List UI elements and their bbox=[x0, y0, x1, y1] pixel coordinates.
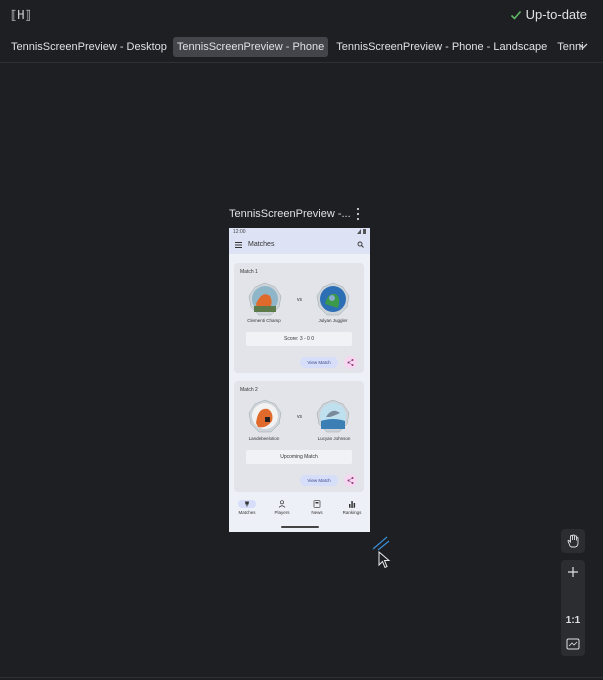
view-match-button[interactable]: View Match bbox=[300, 475, 338, 486]
player-avatar bbox=[316, 399, 350, 433]
more-vert-icon[interactable] bbox=[354, 207, 362, 221]
player2-name: Julyan Juggler bbox=[318, 318, 348, 323]
search-icon[interactable] bbox=[357, 241, 364, 248]
zoom-actual-size-button[interactable]: 1:1 bbox=[561, 610, 585, 630]
status-bar: 12:00 bbox=[229, 228, 370, 236]
nav-label: Players bbox=[274, 510, 290, 515]
bar-chart-icon bbox=[349, 501, 356, 508]
home-indicator bbox=[281, 526, 319, 528]
nav-label: Matches bbox=[238, 510, 256, 515]
share-icon[interactable] bbox=[344, 356, 357, 369]
nav-item-players[interactable]: Players bbox=[267, 500, 297, 515]
zoom-ratio-label: 1:1 bbox=[565, 614, 581, 626]
trophy-icon bbox=[238, 500, 256, 508]
player2-name: Lucyan Johnson bbox=[317, 436, 351, 441]
status-time: 12:00 bbox=[233, 229, 246, 235]
person-icon bbox=[278, 500, 286, 508]
zoom-in-button[interactable] bbox=[561, 562, 585, 582]
nav-item-matches[interactable]: Matches bbox=[232, 500, 262, 515]
preview-title: TennisScreenPreview -... bbox=[229, 208, 351, 220]
app-icon[interactable]: ⟦H⟧ bbox=[10, 8, 32, 22]
nav-item-news[interactable]: News bbox=[302, 500, 332, 515]
resize-handle[interactable] bbox=[371, 535, 391, 551]
plus-icon bbox=[568, 567, 578, 577]
match-card[interactable]: Match 2 Landebeelotion vs Lucyan Johnson… bbox=[234, 381, 364, 492]
player-avatar bbox=[248, 282, 282, 316]
menu-icon[interactable] bbox=[235, 242, 242, 248]
signal-battery-icon bbox=[357, 229, 366, 234]
view-match-button[interactable]: View Match bbox=[300, 357, 338, 368]
hand-icon bbox=[567, 534, 579, 548]
chevron-down-icon[interactable] bbox=[577, 40, 589, 52]
match-result: Score: 3 - 0 0 bbox=[246, 332, 352, 346]
player1-name: Landebeelotion bbox=[248, 436, 280, 441]
sync-status: Up-to-date bbox=[510, 7, 587, 22]
player-avatar bbox=[316, 282, 350, 316]
mouse-cursor-icon bbox=[378, 551, 391, 569]
share-icon[interactable] bbox=[344, 474, 357, 487]
zoom-toolbar: 1:1 bbox=[561, 560, 585, 656]
match-card[interactable]: Match 1 Clementi Champ vs Julyan Juggler… bbox=[234, 263, 364, 373]
divider bbox=[0, 62, 603, 63]
player1-name: Clementi Champ bbox=[247, 318, 281, 323]
player-avatar bbox=[248, 399, 282, 433]
match-label: Match 2 bbox=[240, 387, 258, 393]
status-label: Up-to-date bbox=[525, 7, 587, 22]
fit-screen-icon bbox=[566, 638, 580, 650]
pan-tool-button[interactable] bbox=[561, 529, 585, 553]
tab-phone-landscape[interactable]: TennisScreenPreview - Phone - Landscape bbox=[332, 37, 551, 57]
nav-item-rankings[interactable]: Rankings bbox=[337, 500, 367, 515]
phone-preview[interactable]: 12:00 Matches Match 1 Clementi Champ vs … bbox=[229, 228, 370, 532]
vs-label: vs bbox=[297, 297, 302, 303]
news-icon bbox=[313, 500, 321, 508]
match-result: Upcoming Match bbox=[246, 450, 352, 464]
zoom-fit-button[interactable] bbox=[561, 634, 585, 654]
app-bar: Matches bbox=[229, 236, 370, 254]
tab-phone[interactable]: TennisScreenPreview - Phone bbox=[172, 37, 329, 57]
divider bbox=[0, 677, 603, 678]
app-title: Matches bbox=[248, 241, 275, 248]
nav-label: News bbox=[311, 510, 323, 515]
match-label: Match 1 bbox=[240, 269, 258, 275]
nav-label: Rankings bbox=[342, 510, 362, 515]
check-icon bbox=[510, 10, 521, 20]
tab-desktop[interactable]: TennisScreenPreview - Desktop bbox=[7, 37, 171, 57]
vs-label: vs bbox=[297, 414, 302, 420]
preview-tabs: TennisScreenPreview - Desktop TennisScre… bbox=[0, 36, 603, 58]
